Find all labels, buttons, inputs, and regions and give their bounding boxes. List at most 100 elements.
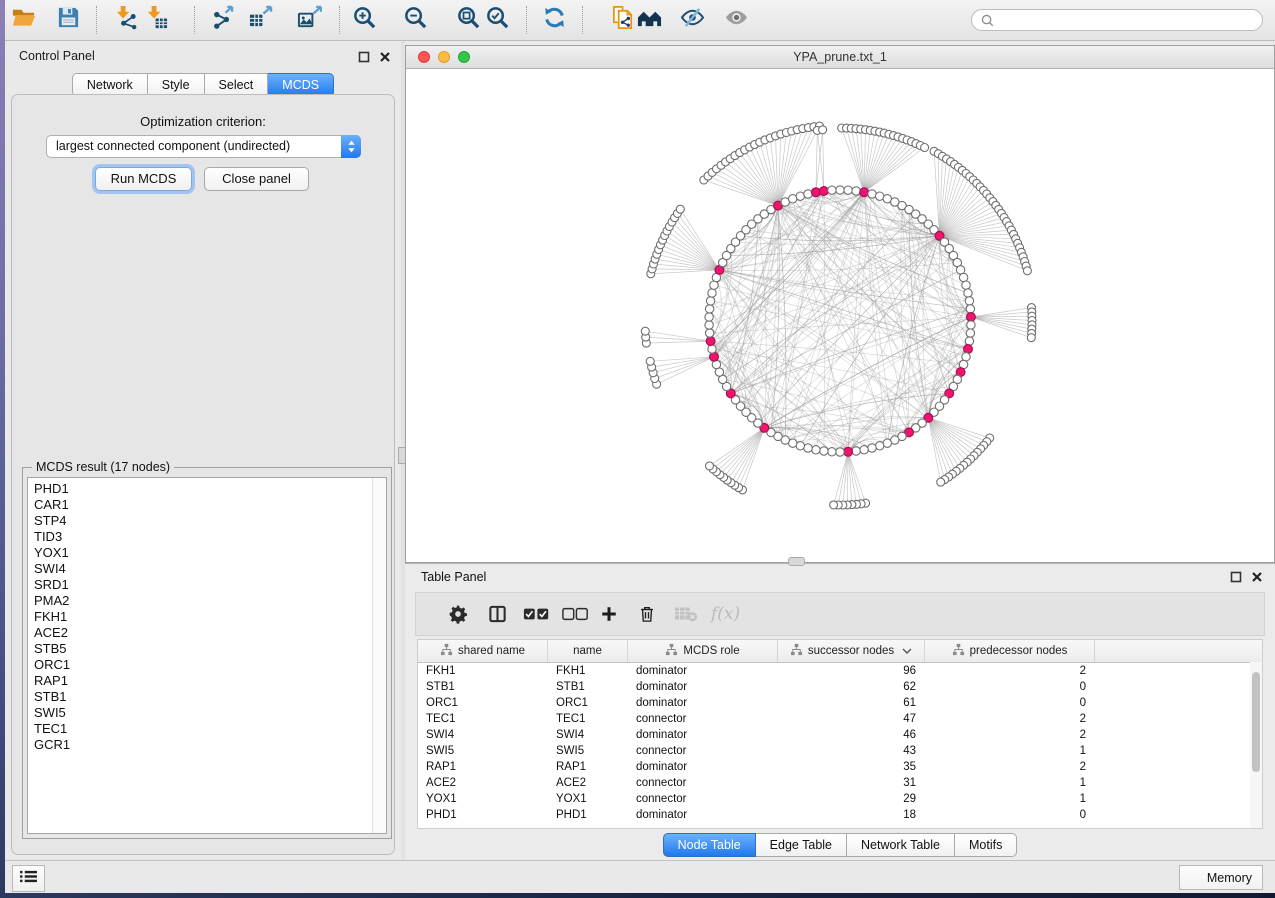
optimization-criterion-select[interactable]: largest connected component (undirected) (46, 135, 361, 158)
table-row[interactable]: ORC1ORC1dominator610 (418, 695, 1262, 711)
float-panel-button[interactable] (358, 51, 370, 63)
mcds-result-item[interactable]: TEC1 (28, 721, 386, 737)
new-column-button[interactable] (600, 605, 618, 623)
maximize-window-button[interactable] (458, 51, 470, 63)
table-panel-title: Table Panel (421, 570, 486, 584)
mcds-result-item[interactable]: STB1 (28, 689, 386, 705)
function-builder-button[interactable]: f(x) (711, 604, 740, 624)
mcds-result-item[interactable]: RAP1 (28, 673, 386, 689)
open-file-button[interactable] (8, 5, 38, 35)
table-mode-button[interactable] (448, 604, 468, 624)
table-scrollbar-thumb[interactable] (1252, 672, 1260, 772)
optimization-criterion-label: Optimization criterion: (12, 114, 394, 129)
table-cell: dominator (628, 665, 778, 677)
table-cell: 61 (778, 697, 925, 709)
run-mcds-button[interactable]: Run MCDS (95, 167, 192, 191)
mcds-result-item[interactable]: SWI4 (28, 561, 386, 577)
column-header-successor-nodes[interactable]: successor nodes (778, 640, 925, 662)
toolbar-separator (526, 6, 527, 34)
search-icon (980, 13, 995, 28)
float-table-panel-button[interactable] (1230, 571, 1242, 583)
table-cell: PHD1 (548, 809, 628, 821)
table-cell: ORC1 (548, 697, 628, 709)
mcds-result-item[interactable]: FKH1 (28, 609, 386, 625)
mcds-result-item[interactable]: STB5 (28, 641, 386, 657)
export-network-button[interactable] (208, 5, 238, 35)
table-row[interactable]: SWI4SWI4dominator462 (418, 727, 1262, 743)
mcds-result-item[interactable]: ACE2 (28, 625, 386, 641)
hide-selected-button[interactable] (677, 5, 707, 35)
import-network-button[interactable] (110, 5, 140, 35)
minimize-window-button[interactable] (438, 51, 450, 63)
tab-network-table[interactable]: Network Table (847, 833, 955, 857)
table-row[interactable]: YOX1YOX1connector291 (418, 791, 1262, 807)
network-window-titlebar[interactable]: YPA_prune.txt_1 (406, 46, 1274, 69)
table-cell: ACE2 (548, 777, 628, 789)
mcds-result-item[interactable]: GCR1 (28, 737, 386, 753)
close-window-button[interactable] (418, 51, 430, 63)
show-all-button[interactable] (721, 5, 751, 35)
zoom-fit-button[interactable] (453, 5, 483, 35)
horizontal-splitter-handle[interactable] (788, 557, 805, 566)
table-cell: dominator (628, 761, 778, 773)
mcds-result-item[interactable]: SRD1 (28, 577, 386, 593)
delete-column-button[interactable] (638, 604, 656, 624)
table-cell: PHD1 (418, 809, 548, 821)
import-table-button[interactable] (141, 5, 171, 35)
mcds-result-item[interactable]: TID3 (28, 529, 386, 545)
mcds-result-item[interactable]: ORC1 (28, 657, 386, 673)
first-neighbors-button[interactable] (634, 5, 664, 35)
save-button[interactable] (53, 5, 83, 35)
column-header-MCDS-role[interactable]: MCDS role (628, 640, 778, 662)
table-cell: dominator (628, 697, 778, 709)
mcds-result-item[interactable]: PHD1 (28, 481, 386, 497)
zoom-in-button[interactable] (349, 5, 379, 35)
column-header-predecessor-nodes[interactable]: predecessor nodes (925, 640, 1095, 662)
mcds-result-item[interactable]: CAR1 (28, 497, 386, 513)
table-row[interactable]: RAP1RAP1dominator352 (418, 759, 1262, 775)
table-panel-tabs: Node TableEdge TableNetwork TableMotifs (405, 833, 1275, 857)
select-all-button[interactable] (523, 607, 550, 622)
refresh-button[interactable] (539, 5, 569, 35)
table-cell: 0 (925, 809, 1095, 821)
task-history-button[interactable] (12, 865, 45, 892)
table-row[interactable]: ACE2ACE2connector311 (418, 775, 1262, 791)
mcds-result-list[interactable]: PHD1CAR1STP4TID3YOX1SWI4SRD1PMA2FKH1ACE2… (27, 477, 387, 834)
network-canvas[interactable] (406, 69, 1274, 563)
table-cell: 46 (778, 729, 925, 741)
tab-motifs[interactable]: Motifs (955, 833, 1017, 857)
search-box[interactable] (971, 9, 1263, 31)
close-table-panel-button[interactable] (1251, 571, 1263, 583)
network-view-window: YPA_prune.txt_1 (405, 45, 1275, 563)
column-header-shared-name[interactable]: shared name (418, 640, 548, 662)
mcds-result-item[interactable]: YOX1 (28, 545, 386, 561)
search-input[interactable] (1001, 12, 1254, 28)
attribute-icon (790, 643, 803, 659)
mcds-result-item[interactable]: PMA2 (28, 593, 386, 609)
export-image-button[interactable] (294, 5, 324, 35)
column-header-name[interactable]: name (548, 640, 628, 662)
export-table-button[interactable] (245, 5, 275, 35)
table-row[interactable]: TEC1TEC1connector472 (418, 711, 1262, 727)
result-list-scrollbar[interactable] (372, 478, 386, 833)
export-image-icon (297, 5, 322, 35)
tab-edge-table[interactable]: Edge Table (756, 833, 847, 857)
table-scrollbar[interactable] (1250, 662, 1262, 828)
zoom-out-button[interactable] (400, 5, 430, 35)
table-row[interactable]: STB1STB1dominator620 (418, 679, 1262, 695)
memory-button-label: Memory (1207, 871, 1252, 885)
close-panel-button[interactable] (379, 51, 391, 63)
mcds-result-item[interactable]: STP4 (28, 513, 386, 529)
table-row[interactable]: PHD1PHD1dominator180 (418, 807, 1262, 823)
table-row[interactable]: FKH1FKH1dominator962 (418, 663, 1262, 679)
zoom-selected-button[interactable] (482, 5, 512, 35)
show-columns-button[interactable] (488, 605, 507, 624)
delete-table-button[interactable] (674, 606, 698, 623)
tab-node-table[interactable]: Node Table (663, 833, 756, 857)
close-mcds-panel-button[interactable]: Close panel (204, 167, 309, 191)
select-all-icon (523, 607, 550, 622)
memory-button[interactable]: Memory (1179, 865, 1263, 890)
table-row[interactable]: SWI5SWI5connector431 (418, 743, 1262, 759)
mcds-result-item[interactable]: SWI5 (28, 705, 386, 721)
deselect-all-button[interactable] (562, 607, 589, 622)
